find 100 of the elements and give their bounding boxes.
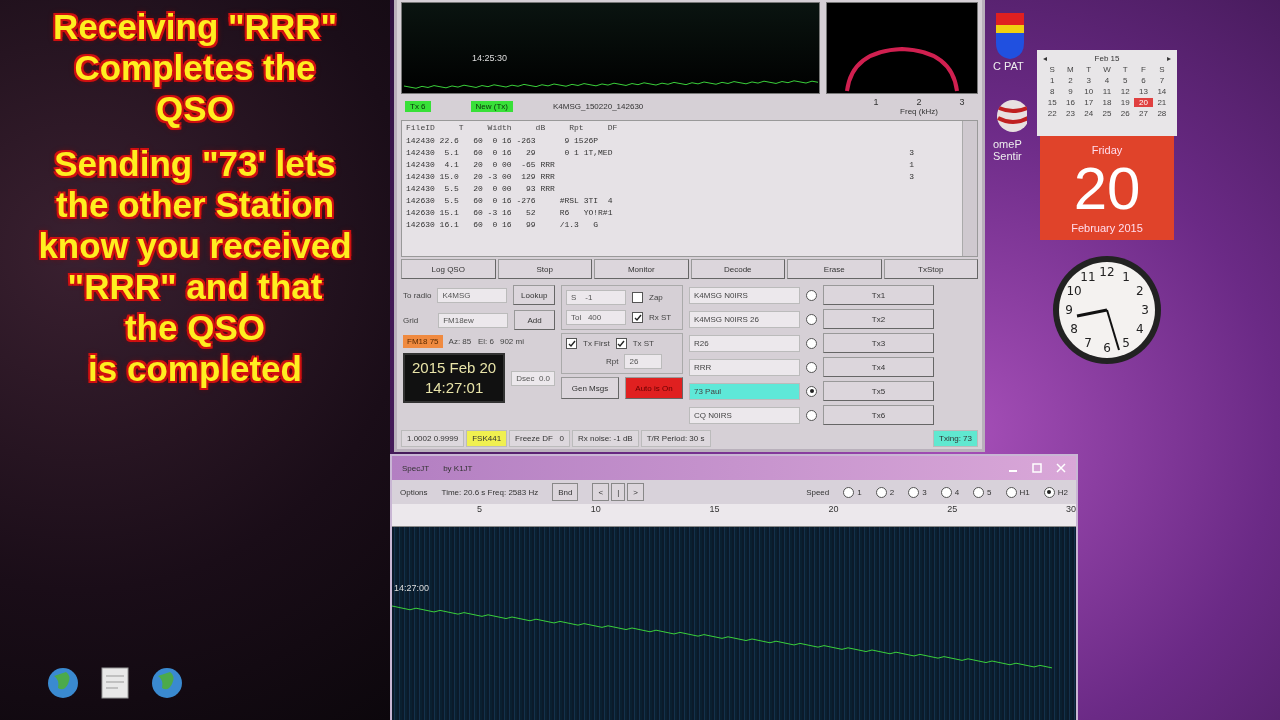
calendar-day[interactable]: 4 bbox=[1097, 76, 1117, 85]
globe-icon[interactable] bbox=[150, 666, 184, 700]
add-button[interactable]: Add bbox=[514, 310, 555, 330]
radio-button[interactable] bbox=[806, 361, 817, 373]
message-field[interactable]: R26 bbox=[689, 334, 800, 352]
clock-numeral: 6 bbox=[1103, 341, 1111, 355]
calendar-day[interactable]: 25 bbox=[1097, 109, 1117, 118]
prev-arrow[interactable]: ◂ bbox=[1043, 54, 1047, 63]
calendar-day[interactable]: 22 bbox=[1043, 109, 1062, 118]
calendar-day[interactable]: 27 bbox=[1134, 109, 1153, 118]
weekday-label: S bbox=[1048, 65, 1056, 74]
checkbox[interactable] bbox=[615, 338, 627, 349]
calendar-day[interactable]: 12 bbox=[1116, 87, 1135, 96]
axis-tick: 1 bbox=[873, 97, 879, 108]
clock-numeral: 7 bbox=[1084, 335, 1092, 350]
axis-label: Freq (kHz) bbox=[900, 107, 938, 117]
band-button[interactable]: Bnd bbox=[552, 483, 579, 501]
message-field[interactable]: 73 Paul bbox=[689, 382, 800, 400]
input-field[interactable]: 26 bbox=[624, 354, 663, 369]
calendar-day[interactable]: 14 bbox=[1152, 87, 1171, 96]
calendar-day[interactable]: 21 bbox=[1152, 98, 1171, 107]
shield-icon[interactable] bbox=[993, 10, 1027, 60]
toolbar-button[interactable]: Decode bbox=[690, 259, 785, 279]
checkbox[interactable] bbox=[632, 312, 643, 323]
spin-field[interactable]: S -1 bbox=[566, 290, 626, 305]
nav-button[interactable]: < bbox=[592, 483, 610, 501]
calendar-day[interactable]: 10 bbox=[1079, 87, 1098, 96]
tx-button[interactable]: Tx5 bbox=[823, 381, 934, 401]
calendar-day[interactable]: 3 bbox=[1079, 76, 1098, 85]
radio-button[interactable] bbox=[806, 337, 817, 349]
speed-radio[interactable] bbox=[875, 486, 887, 498]
calendar-day[interactable]: 8 bbox=[1043, 87, 1062, 96]
calendar-day[interactable]: 17 bbox=[1079, 98, 1098, 107]
dsec-field[interactable]: Dsec 0.0 bbox=[511, 370, 555, 386]
message-field[interactable]: K4MSG N0IRS 26 bbox=[689, 310, 800, 328]
toolbar-button[interactable]: Stop bbox=[497, 259, 592, 279]
speed-radio[interactable] bbox=[973, 486, 985, 498]
message-field[interactable]: CQ N0IRS bbox=[689, 406, 800, 424]
checkbox-label: Rx ST bbox=[649, 313, 672, 322]
calendar-day[interactable]: 18 bbox=[1097, 98, 1117, 107]
document-icon[interactable] bbox=[100, 666, 130, 700]
calendar-day[interactable]: 5 bbox=[1116, 76, 1135, 85]
locator-badge: FM18 75 bbox=[403, 335, 443, 348]
calendar-day[interactable]: 26 bbox=[1116, 109, 1135, 118]
input-field[interactable]: K4MSG bbox=[437, 287, 508, 303]
icon-label: C PAT bbox=[993, 60, 1025, 72]
checkbox[interactable] bbox=[566, 338, 577, 349]
spin-field[interactable]: Tol 400 bbox=[566, 310, 626, 325]
scrollbar[interactable] bbox=[962, 120, 977, 256]
calendar-day[interactable]: 2 bbox=[1061, 76, 1080, 85]
ruler-label: 5 bbox=[477, 504, 482, 516]
tx-button[interactable]: Tx1 bbox=[823, 285, 934, 305]
speed-radio[interactable] bbox=[908, 486, 920, 498]
tx-button[interactable]: Tx2 bbox=[823, 309, 934, 329]
tx-button[interactable]: Tx6 bbox=[823, 405, 934, 425]
nav-button[interactable]: > bbox=[627, 483, 644, 501]
toolbar-button[interactable]: Log QSO bbox=[401, 259, 496, 279]
radio-button[interactable] bbox=[806, 313, 817, 325]
calendar-day[interactable]: 20 bbox=[1134, 98, 1153, 107]
calendar-day[interactable]: 16 bbox=[1061, 98, 1080, 107]
checkbox[interactable] bbox=[632, 292, 643, 303]
calendar-day[interactable]: 13 bbox=[1134, 87, 1153, 96]
input-field[interactable]: FM18ew bbox=[438, 312, 509, 328]
options-menu[interactable]: Options bbox=[400, 487, 428, 497]
speed-radio[interactable] bbox=[843, 486, 855, 498]
calendar-day[interactable]: 7 bbox=[1152, 76, 1171, 85]
calendar-day[interactable]: 9 bbox=[1061, 87, 1080, 96]
next-arrow[interactable]: ▸ bbox=[1167, 54, 1171, 63]
calendar-day[interactable]: 24 bbox=[1079, 109, 1098, 118]
clock-numeral: 9 bbox=[1065, 303, 1073, 317]
nav-button[interactable]: | bbox=[611, 483, 626, 501]
speed-radio[interactable] bbox=[1043, 486, 1055, 498]
caption-text: Receiving "RRR" Completes the QSO bbox=[52, 6, 338, 129]
toolbar-button[interactable]: Monitor bbox=[594, 259, 689, 279]
calendar-day[interactable]: 23 bbox=[1061, 109, 1080, 118]
radio-label: 5 bbox=[987, 487, 992, 497]
radio-label: 1 bbox=[857, 487, 862, 497]
speed-radio[interactable] bbox=[940, 486, 952, 498]
radio-label: 3 bbox=[922, 487, 927, 497]
radio-button[interactable] bbox=[806, 289, 817, 301]
message-field[interactable]: K4MSG N0IRS bbox=[689, 286, 800, 304]
calendar-day[interactable]: 6 bbox=[1134, 76, 1153, 85]
weekday-label: F bbox=[1140, 65, 1147, 74]
calendar-day[interactable]: 11 bbox=[1097, 87, 1117, 96]
lookup-button[interactable]: Lookup bbox=[513, 285, 555, 305]
radio-button[interactable] bbox=[806, 409, 817, 421]
calendar-day[interactable]: 15 bbox=[1043, 98, 1062, 107]
message-field[interactable]: RRR bbox=[689, 358, 800, 376]
toolbar-button[interactable]: Erase bbox=[787, 259, 882, 279]
speed-radio[interactable] bbox=[1005, 486, 1017, 498]
calendar-day[interactable]: 19 bbox=[1116, 98, 1135, 107]
tx-button[interactable]: Tx4 bbox=[823, 357, 934, 377]
calendar-day[interactable]: 1 bbox=[1043, 76, 1062, 85]
radio-button[interactable] bbox=[806, 385, 817, 397]
tx-button[interactable]: Tx3 bbox=[823, 333, 934, 353]
calendar-day[interactable]: 28 bbox=[1152, 109, 1171, 118]
distance-text: 902 mi bbox=[499, 337, 524, 346]
gen-msgs-button[interactable]: Gen Msgs bbox=[561, 377, 619, 399]
globe-icon[interactable] bbox=[46, 666, 80, 700]
toolbar-button[interactable]: TxStop bbox=[883, 259, 978, 279]
